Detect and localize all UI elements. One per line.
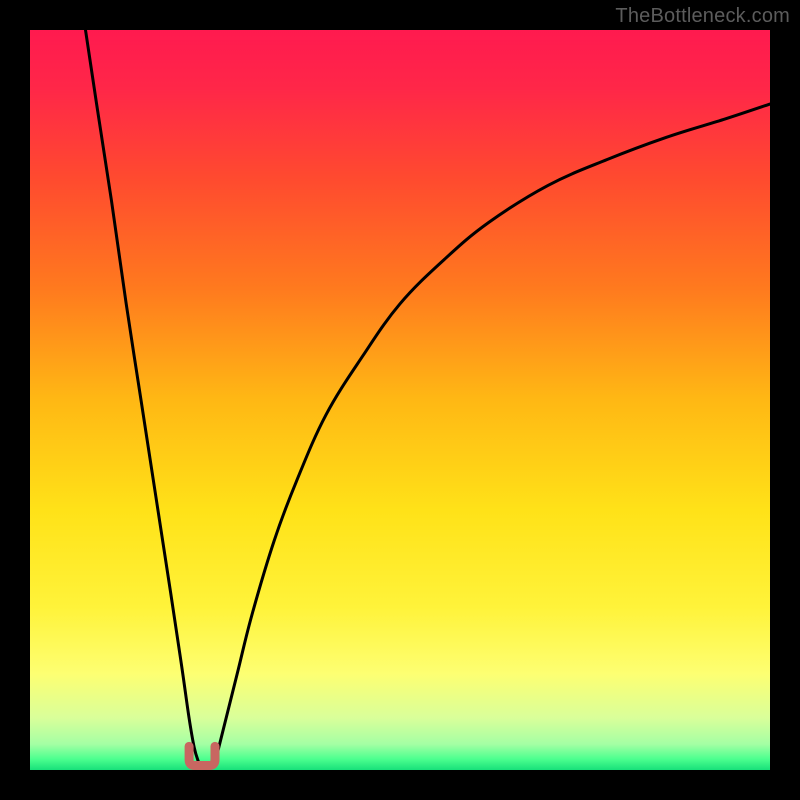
outer-frame: TheBottleneck.com [0,0,800,800]
plot-area [30,30,770,770]
background-gradient [30,30,770,770]
watermark: TheBottleneck.com [615,5,790,28]
